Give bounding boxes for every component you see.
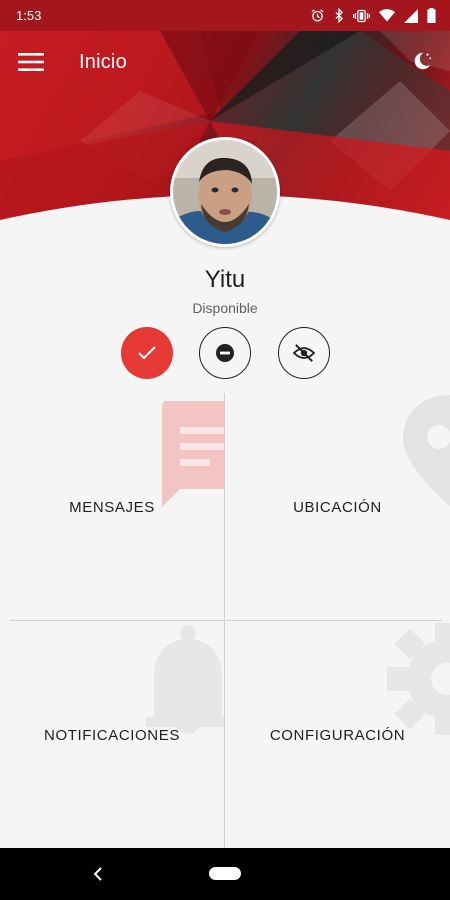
home-pill-button[interactable] — [209, 867, 241, 880]
menu-button[interactable] — [16, 47, 46, 77]
back-button[interactable] — [86, 862, 110, 886]
grid-divider-vertical — [224, 393, 225, 848]
page-title: Inicio — [79, 50, 127, 73]
settings-tile[interactable]: CONFIGURACIÓN — [225, 621, 450, 848]
messages-label: MENSAJES — [69, 499, 155, 516]
alarm-icon — [310, 8, 325, 23]
status-time: 1:53 — [16, 8, 42, 23]
messages-icon — [162, 401, 224, 507]
grid-divider-horizontal-left — [10, 620, 224, 621]
eye-off-icon — [293, 344, 315, 362]
user-name: Yitu — [204, 266, 246, 293]
notifications-tile[interactable]: NOTIFICACIONES — [0, 621, 224, 848]
location-tile[interactable]: UBICACIÓN — [225, 393, 450, 620]
busy-status-button[interactable] — [199, 327, 251, 379]
do-not-disturb-icon — [216, 344, 234, 362]
user-status: Disponible — [192, 300, 258, 316]
battery-icon — [427, 8, 436, 23]
grid-divider-horizontal-right — [226, 620, 442, 621]
home-grid: MENSAJES UBICACIÓN NOTIFICACIONES CONFIG… — [0, 393, 450, 848]
gear-icon — [387, 623, 450, 735]
signal-icon — [404, 8, 418, 23]
app-bar: Inicio — [0, 31, 450, 93]
avatar-photo — [173, 140, 277, 244]
avatar[interactable] — [170, 137, 280, 247]
hamburger-menu-icon — [18, 53, 44, 71]
location-label: UBICACIÓN — [293, 499, 382, 516]
check-icon — [138, 346, 156, 360]
invisible-status-button[interactable] — [278, 327, 330, 379]
messages-tile[interactable]: MENSAJES — [0, 393, 224, 620]
bluetooth-icon — [334, 8, 344, 23]
settings-label: CONFIGURACIÓN — [269, 727, 406, 744]
system-nav-bar — [0, 848, 450, 900]
location-pin-icon — [403, 395, 450, 507]
back-arrow-icon — [93, 867, 102, 881]
profile-photo — [173, 140, 277, 244]
status-selector — [0, 327, 450, 379]
status-bar: 1:53 — [0, 0, 450, 31]
wifi-icon — [379, 9, 395, 22]
available-status-button[interactable] — [121, 327, 173, 379]
bell-icon — [146, 625, 224, 734]
notifications-label: NOTIFICACIONES — [44, 727, 180, 744]
vibrate-icon — [353, 9, 370, 23]
status-icons — [310, 8, 436, 23]
